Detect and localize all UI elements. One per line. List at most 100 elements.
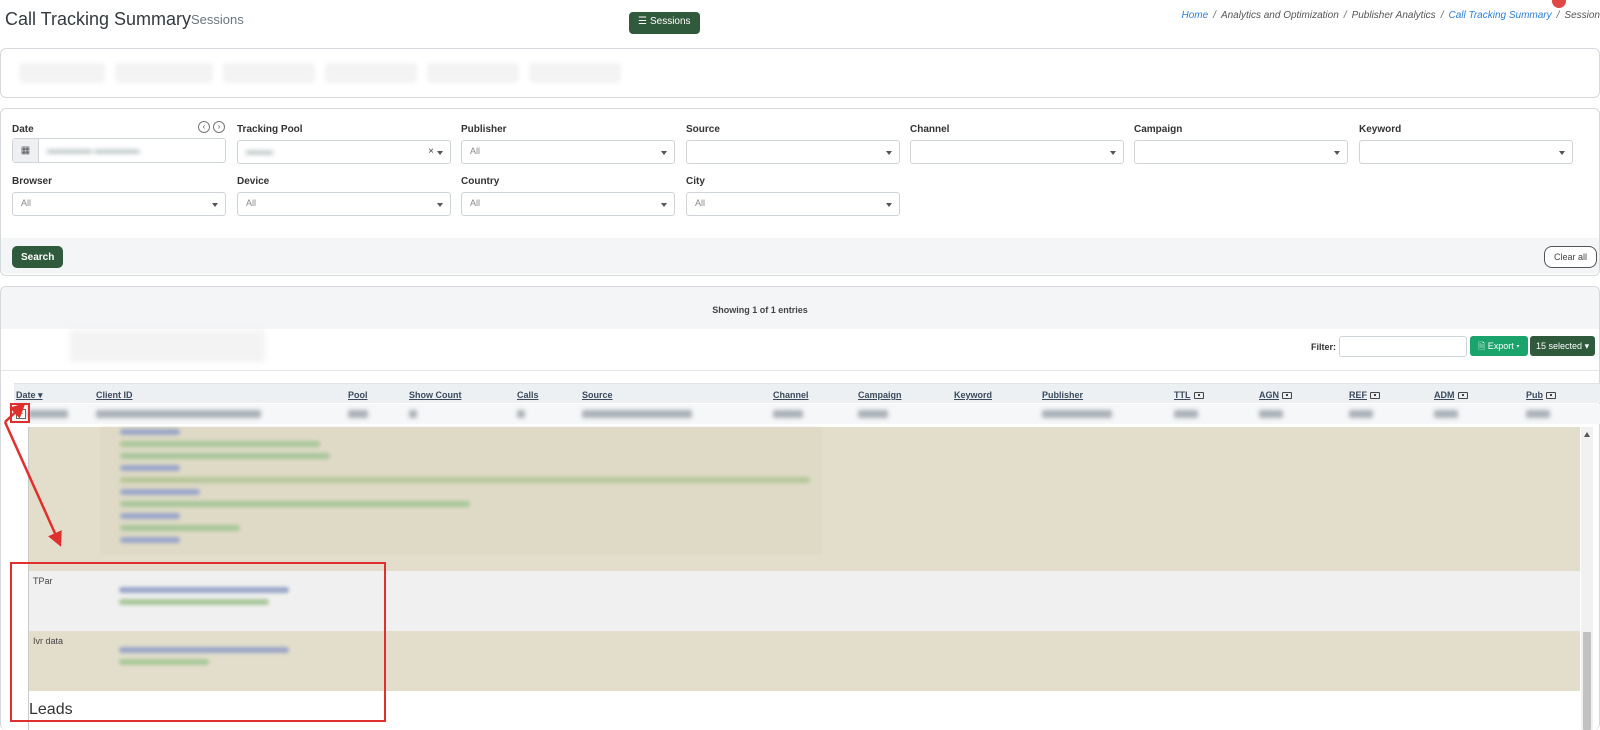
cell-source — [582, 410, 692, 418]
device-select[interactable]: All — [237, 192, 451, 216]
tracking-pool-label: Tracking Pool — [237, 124, 303, 135]
chevron-down-icon — [886, 151, 892, 155]
cell-campaign — [858, 410, 888, 418]
scroll-up-arrow-icon[interactable] — [1584, 432, 1590, 437]
list-icon: ☰ — [638, 16, 647, 27]
next-date-arrow-icon[interactable]: › — [213, 121, 225, 133]
keyword-label: Keyword — [1359, 124, 1402, 135]
table-row[interactable] — [14, 404, 1600, 424]
column-header-ref-label: REF — [1349, 390, 1367, 400]
city-value: All — [695, 198, 706, 208]
country-select[interactable]: All — [461, 192, 675, 216]
chevron-down-icon — [437, 203, 443, 207]
tab-blurred-1[interactable] — [19, 63, 105, 83]
info-box-icon[interactable] — [1282, 392, 1292, 400]
cell-show-count — [409, 410, 417, 418]
city-select[interactable]: All — [686, 192, 900, 216]
column-header-adm[interactable]: ADM — [1434, 390, 1468, 400]
column-header-pub[interactable]: Pub — [1526, 390, 1556, 400]
tracking-pool-select[interactable]: ▬▬▬ × — [237, 140, 451, 164]
info-box-icon[interactable] — [1546, 392, 1556, 400]
column-header-ttl-label: TTL — [1174, 390, 1191, 400]
breadcrumb: Home / Analytics and Optimization / Publishe… — [1181, 10, 1600, 21]
publisher-label: Publisher — [461, 124, 507, 135]
column-header-keyword[interactable]: Keyword — [954, 390, 992, 400]
publisher-select[interactable]: All — [461, 140, 675, 164]
column-header-date-label: Date — [16, 390, 36, 400]
keyword-select[interactable] — [1359, 140, 1573, 164]
device-value: All — [246, 198, 257, 208]
breadcrumb-publisher: Publisher Analytics — [1351, 10, 1436, 21]
tab-blurred-6[interactable] — [529, 63, 621, 83]
country-value: All — [470, 198, 481, 208]
date-label: Date — [12, 124, 34, 135]
chevron-down-icon — [1110, 151, 1116, 155]
table-header: Date ▾ Client ID Pool Show Count Calls S… — [14, 383, 1600, 403]
breadcrumb-home-link[interactable]: Home — [1181, 10, 1208, 21]
country-label: Country — [461, 176, 500, 187]
sort-desc-icon: ▾ — [38, 390, 43, 400]
scrollbar-thumb[interactable] — [1583, 632, 1591, 730]
chevron-down-icon: ▾ — [1516, 341, 1520, 351]
prev-date-arrow-icon[interactable]: ‹ — [198, 121, 210, 133]
blurred-toolbar — [70, 330, 265, 362]
table-filter-input[interactable] — [1339, 336, 1467, 357]
browser-select[interactable]: All — [12, 192, 226, 216]
tab-sessions[interactable]: ☰ Sessions — [629, 12, 700, 34]
tracking-pool-value: ▬▬▬ — [246, 146, 273, 156]
cell-pub — [1526, 410, 1550, 418]
column-header-channel[interactable]: Channel — [773, 390, 809, 400]
column-header-campaign[interactable]: Campaign — [858, 390, 902, 400]
column-header-ttl[interactable]: TTL — [1174, 390, 1204, 400]
publisher-value: All — [470, 146, 481, 156]
page-subtitle: Sessions — [191, 12, 244, 27]
cell-calls — [517, 410, 525, 418]
chevron-down-icon — [661, 151, 667, 155]
column-header-source[interactable]: Source — [582, 390, 613, 400]
tab-blurred-4[interactable] — [325, 63, 417, 83]
column-header-calls[interactable]: Calls — [517, 390, 539, 400]
chevron-down-icon — [661, 203, 667, 207]
calendar-icon[interactable]: ▦ — [13, 139, 39, 162]
entries-count: Showing 1 of 1 entries — [712, 305, 808, 315]
clear-all-button[interactable]: Clear all — [1544, 246, 1598, 268]
info-box-icon[interactable] — [1457, 392, 1468, 400]
export-label: Export — [1487, 341, 1514, 351]
cell-channel — [773, 410, 803, 418]
date-range-input[interactable]: ▦ ▬▬▬▬▬ ▬▬▬▬▬ — [12, 138, 226, 163]
source-select[interactable] — [686, 140, 900, 164]
breadcrumb-current: Session — [1564, 10, 1600, 21]
channel-select[interactable] — [910, 140, 1124, 164]
cell-ref — [1349, 410, 1373, 418]
chevron-down-icon — [212, 203, 218, 207]
campaign-label: Campaign — [1134, 124, 1183, 135]
column-header-pub-label: Pub — [1526, 390, 1543, 400]
clear-icon[interactable]: × — [428, 146, 434, 157]
breadcrumb-summary-link[interactable]: Call Tracking Summary — [1448, 10, 1551, 21]
cell-client-id — [96, 410, 261, 418]
annotation-arrow-icon — [3, 402, 62, 547]
info-box-icon[interactable] — [1193, 392, 1204, 400]
search-button[interactable]: Search — [12, 246, 64, 268]
annotation-highlight-detail — [10, 562, 386, 722]
columns-selected-button[interactable]: 15 selected ▾ — [1530, 336, 1596, 356]
info-box-icon[interactable] — [1370, 392, 1380, 400]
column-header-publisher[interactable]: Publisher — [1042, 390, 1083, 400]
column-header-agn[interactable]: AGN — [1259, 390, 1292, 400]
date-range-value: ▬▬▬▬▬ ▬▬▬▬▬ — [47, 145, 140, 155]
column-header-client-id[interactable]: Client ID — [96, 390, 133, 400]
column-header-pool[interactable]: Pool — [348, 390, 368, 400]
cell-adm — [1434, 410, 1458, 418]
campaign-select[interactable] — [1134, 140, 1348, 164]
export-button[interactable]: 🗎 Export ▾ — [1470, 336, 1528, 356]
filter-label: Filter: — [1311, 342, 1337, 352]
tab-blurred-2[interactable] — [115, 63, 213, 83]
tab-blurred-3[interactable] — [223, 63, 315, 83]
cell-agn — [1259, 410, 1283, 418]
column-header-ref[interactable]: REF — [1349, 390, 1380, 400]
chevron-down-icon: ▾ — [1584, 340, 1590, 351]
cell-publisher — [1042, 410, 1112, 418]
selected-label: 15 selected — [1536, 340, 1583, 351]
column-header-show-count[interactable]: Show Count — [409, 390, 462, 400]
tab-blurred-5[interactable] — [427, 63, 519, 83]
